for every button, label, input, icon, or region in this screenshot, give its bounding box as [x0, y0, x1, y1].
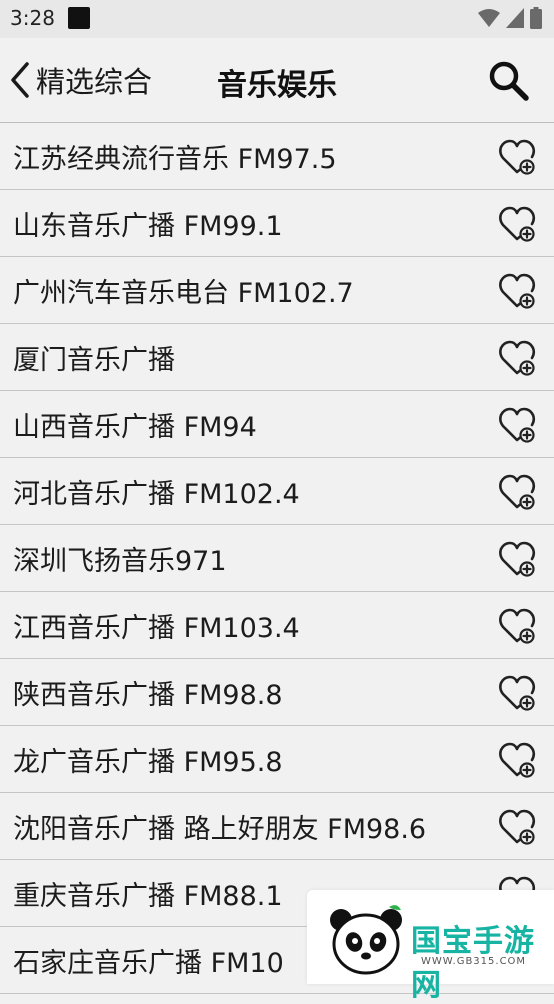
heart-plus-icon[interactable] [498, 204, 538, 244]
heart-plus-icon[interactable] [498, 606, 538, 646]
station-row[interactable]: 山西音乐广播 FM94 [0, 391, 554, 458]
station-name: 深圳飞扬音乐971 [13, 546, 227, 577]
station-name: 广州汽车音乐电台 FM102.7 [13, 278, 354, 309]
station-name: 山东音乐广播 FM99.1 [13, 211, 283, 242]
wifi-icon [478, 9, 500, 27]
back-label: 精选综合 [36, 65, 153, 99]
notification-icon [68, 7, 90, 29]
heart-plus-icon[interactable] [498, 807, 538, 847]
app-header: 精选综合 音乐娱乐 [0, 38, 554, 123]
heart-plus-icon[interactable] [498, 539, 538, 579]
station-row[interactable]: 河北音乐广播 FM102.4 [0, 458, 554, 525]
station-name: 沈阳音乐广播 路上好朋友 FM98.6 [13, 814, 427, 845]
signal-icon [506, 8, 524, 28]
station-row[interactable]: 陕西音乐广播 FM98.8 [0, 659, 554, 726]
station-row[interactable]: 山东音乐广播 FM99.1 [0, 190, 554, 257]
status-time: 3:28 [10, 6, 55, 30]
battery-icon [530, 7, 542, 29]
station-name: 山西音乐广播 FM94 [13, 412, 257, 443]
station-row[interactable]: 江苏经典流行音乐 FM97.5 [0, 123, 554, 190]
station-name: 龙广音乐广播 FM95.8 [13, 747, 283, 778]
station-name: 江西音乐广播 FM103.4 [13, 613, 300, 644]
station-row[interactable]: 厦门音乐广播 [0, 324, 554, 391]
station-row[interactable]: 龙广音乐广播 FM95.8 [0, 726, 554, 793]
panda-logo-icon [330, 905, 402, 975]
station-row[interactable]: 江西音乐广播 FM103.4 [0, 592, 554, 659]
station-name: 重庆音乐广播 FM88.1 [13, 881, 283, 912]
heart-plus-icon[interactable] [498, 405, 538, 445]
search-icon[interactable] [486, 58, 530, 102]
station-row[interactable]: 深圳飞扬音乐971 [0, 525, 554, 592]
heart-plus-icon[interactable] [498, 472, 538, 512]
watermark: 国宝手游网 WWW.GB315.COM [307, 890, 554, 1003]
status-icons [478, 7, 542, 29]
heart-plus-icon[interactable] [498, 673, 538, 713]
heart-plus-icon[interactable] [498, 740, 538, 780]
station-name: 陕西音乐广播 FM98.8 [13, 680, 283, 711]
chevron-left-icon [11, 62, 29, 98]
status-bar: 3:28 [0, 0, 554, 38]
station-list: 江苏经典流行音乐 FM97.5 山东音乐广播 FM99.1 广州汽车音乐电台 FM1… [0, 123, 554, 994]
station-name: 河北音乐广播 FM102.4 [13, 479, 300, 510]
watermark-url: WWW.GB315.COM [421, 956, 527, 967]
page-title: 音乐娱乐 [217, 68, 337, 103]
heart-plus-icon[interactable] [498, 338, 538, 378]
station-row[interactable]: 广州汽车音乐电台 FM102.7 [0, 257, 554, 324]
station-row[interactable]: 沈阳音乐广播 路上好朋友 FM98.6 [0, 793, 554, 860]
station-name: 厦门音乐广播 [13, 345, 175, 376]
back-button[interactable]: 精选综合 [10, 56, 152, 104]
heart-plus-icon[interactable] [498, 271, 538, 311]
heart-plus-icon[interactable] [498, 137, 538, 177]
station-name: 石家庄音乐广播 FM10 [13, 948, 284, 979]
station-name: 江苏经典流行音乐 FM97.5 [13, 144, 337, 175]
